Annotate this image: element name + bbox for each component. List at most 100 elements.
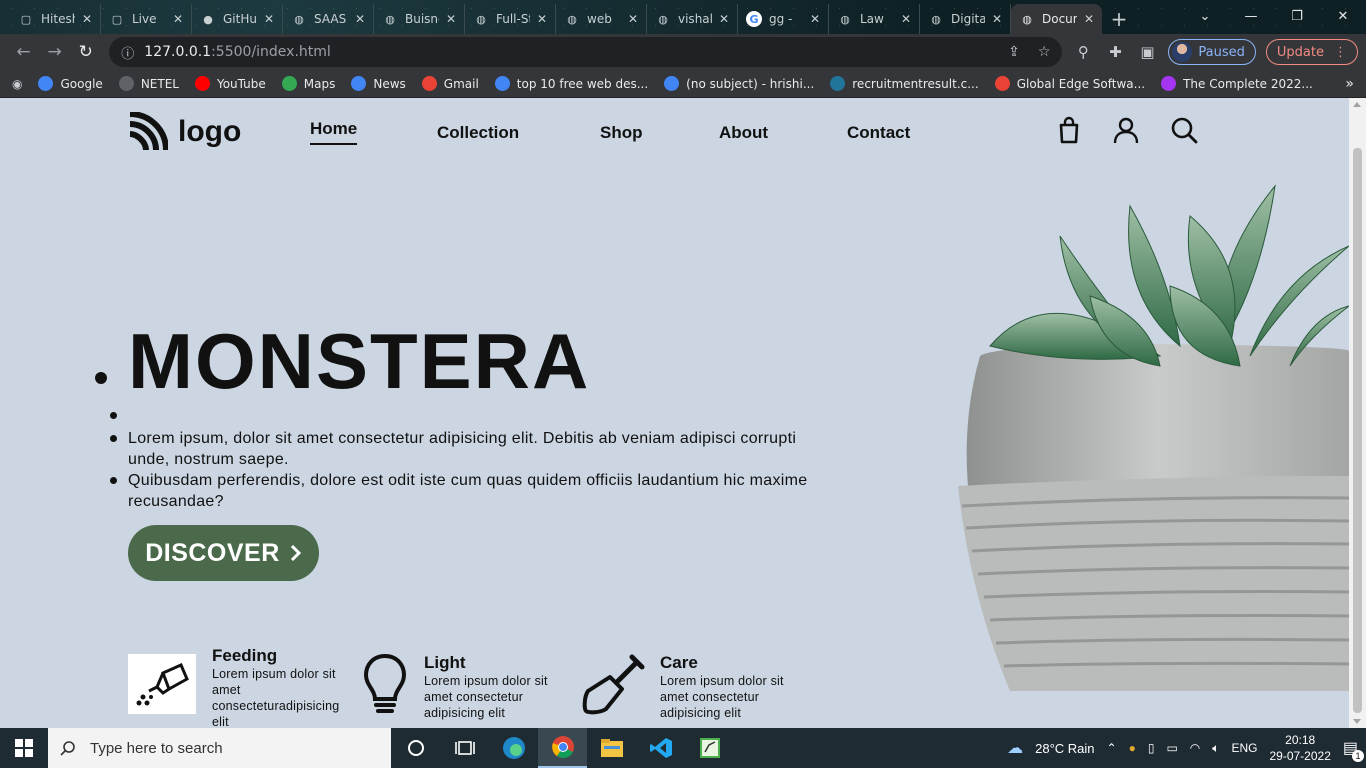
file-explorer-icon[interactable] — [587, 728, 636, 768]
scrollbar-thumb[interactable] — [1353, 148, 1362, 713]
page-scrollbar[interactable] — [1349, 98, 1366, 728]
extensions-puzzle-icon[interactable]: ✚ — [1104, 43, 1126, 61]
bookmark-item[interactable]: NETEL — [118, 76, 179, 91]
address-bar[interactable]: ⓘ 127.0.0.1:5500/index.html ⇪ ☆ — [109, 37, 1063, 67]
reload-icon[interactable]: ↻ — [70, 36, 101, 68]
browser-tab-label: Document — [1042, 12, 1077, 26]
forward-icon[interactable]: → — [39, 36, 70, 68]
update-button[interactable]: Update ⋮ — [1265, 39, 1358, 65]
browser-tab[interactable]: ◍ Digital ✕ — [920, 4, 1011, 34]
volume-icon[interactable]: 🔈︎ — [1212, 741, 1219, 756]
close-tab-icon[interactable]: ✕ — [992, 12, 1002, 26]
browser-tab[interactable]: ▢ Live ✕ — [101, 4, 192, 34]
bookmark-item[interactable]: recruitmentresult.c... — [830, 76, 979, 91]
bookmark-label: Gmail — [443, 76, 479, 91]
nav-shop[interactable]: Shop — [600, 123, 643, 143]
bookmark-item[interactable]: YouTube — [194, 76, 266, 91]
tray-app-icon[interactable]: ● — [1129, 741, 1136, 755]
close-tab-icon[interactable]: ✕ — [82, 12, 92, 26]
new-tab-button[interactable]: + — [1102, 4, 1136, 34]
close-tab-icon[interactable]: ✕ — [355, 12, 365, 26]
scroll-down-arrow-icon[interactable] — [1353, 719, 1361, 724]
side-panel-icon[interactable]: ▣ — [1136, 43, 1158, 61]
notification-count-badge: 1 — [1352, 750, 1364, 762]
language-indicator[interactable]: ENG — [1231, 741, 1257, 755]
taskbar-search-box[interactable]: Type here to search — [48, 728, 391, 768]
nav-home[interactable]: Home — [310, 119, 358, 145]
bookmarks-overflow-icon[interactable]: » — [1345, 76, 1354, 92]
bookmark-item[interactable]: The Complete 2022... — [1161, 76, 1313, 91]
cortana-icon[interactable] — [391, 728, 440, 768]
bookmark-label: The Complete 2022... — [1183, 76, 1313, 91]
close-tab-icon[interactable]: ✕ — [810, 12, 820, 26]
browser-tab[interactable]: ◍ vishal ✕ — [647, 4, 738, 34]
close-tab-icon[interactable]: ✕ — [1084, 12, 1094, 26]
clock[interactable]: 20:18 29-07-2022 — [1269, 732, 1330, 764]
notepad-icon[interactable] — [685, 728, 734, 768]
windows-start-icon[interactable] — [0, 728, 48, 768]
network-usage-icon[interactable]: ▯ — [1148, 741, 1155, 755]
shopping-bag-icon[interactable] — [1056, 116, 1082, 144]
close-tab-icon[interactable]: ✕ — [537, 12, 547, 26]
wifi-icon[interactable]: ◠ — [1190, 741, 1200, 755]
back-icon[interactable]: ← — [8, 36, 39, 68]
nav-collection[interactable]: Collection — [437, 123, 519, 143]
close-tab-icon[interactable]: ✕ — [628, 12, 638, 26]
bookmark-item[interactable]: Global Edge Softwa... — [994, 76, 1146, 91]
vscode-icon[interactable] — [636, 728, 685, 768]
battery-icon[interactable]: ▭ — [1166, 741, 1177, 755]
task-view-icon[interactable] — [440, 728, 489, 768]
globe-icon: ◍ — [385, 12, 395, 26]
browser-tab[interactable]: ◍ Law ✕ — [829, 4, 920, 34]
close-tab-icon[interactable]: ✕ — [719, 12, 729, 26]
bookmark-item[interactable]: News — [351, 76, 406, 91]
extension-dropper-icon[interactable]: ⚲ — [1072, 43, 1094, 61]
nav-contact[interactable]: Contact — [847, 123, 910, 143]
browser-tab[interactable]: Ggg - ✕ — [738, 4, 829, 34]
close-tab-icon[interactable]: ✕ — [173, 12, 183, 26]
notification-center-icon[interactable]: ▤ 1 — [1343, 738, 1364, 762]
bookmark-item[interactable]: (no subject) - hrishi... — [664, 76, 814, 91]
list-bullet — [110, 477, 117, 484]
browser-tab-label: Full-Stack — [496, 12, 530, 26]
site-info-icon[interactable]: ⓘ — [121, 43, 134, 62]
site-logo[interactable]: logo — [128, 112, 241, 152]
browser-tab[interactable]: ● GitHub ✕ — [192, 4, 283, 34]
bookmark-star-icon[interactable]: ☆ — [1038, 44, 1051, 60]
chrome-icon[interactable] — [538, 728, 587, 768]
list-bullet — [110, 412, 117, 419]
nav-about[interactable]: About — [719, 123, 768, 143]
browser-tab[interactable]: ◍ Buisness ✕ — [374, 4, 465, 34]
discover-button[interactable]: DISCOVER — [128, 525, 319, 581]
show-hidden-icons-icon[interactable]: ⌃ — [1107, 741, 1117, 755]
bookmark-item[interactable]: Google — [38, 76, 103, 91]
bookmark-item[interactable]: Maps — [281, 76, 335, 91]
share-icon[interactable]: ⇪ — [1008, 44, 1020, 60]
browser-tab[interactable]: ◍ SAAS ✕ — [283, 4, 374, 34]
browser-tab[interactable]: ◍ Full-Stack ✕ — [465, 4, 556, 34]
bookmark-item[interactable]: Gmail — [421, 76, 479, 91]
minimize-icon[interactable]: — — [1228, 0, 1274, 32]
weather-text[interactable]: 28°C Rain — [1035, 741, 1094, 756]
tab-search-icon[interactable]: ⌄ — [1182, 0, 1228, 32]
user-icon[interactable] — [1112, 116, 1140, 144]
restore-icon[interactable]: ❐ — [1274, 0, 1320, 32]
scroll-up-arrow-icon[interactable] — [1353, 102, 1361, 107]
apps-icon[interactable]: ◉ — [12, 77, 22, 91]
search-icon[interactable] — [1170, 116, 1198, 144]
profile-button[interactable]: Paused — [1168, 39, 1256, 65]
bookmark-item[interactable]: top 10 free web des... — [494, 76, 648, 91]
globe-icon — [118, 76, 134, 91]
browser-tab[interactable]: ▢ Hitesh ✕ — [10, 4, 101, 34]
codepen-icon: ▢ — [20, 12, 32, 26]
close-tab-icon[interactable]: ✕ — [901, 12, 911, 26]
bookmark-label: Global Edge Softwa... — [1016, 76, 1146, 91]
github-icon: ● — [203, 12, 213, 26]
close-tab-icon[interactable]: ✕ — [446, 12, 456, 26]
close-tab-icon[interactable]: ✕ — [264, 12, 274, 26]
weather-icon[interactable]: ☁ — [1007, 738, 1023, 758]
browser-tab[interactable]: ◍ Document ✕ — [1011, 4, 1102, 34]
close-window-icon[interactable]: ✕ — [1320, 0, 1366, 32]
edge-icon[interactable] — [489, 728, 538, 768]
browser-tab[interactable]: ◍ web ✕ — [556, 4, 647, 34]
